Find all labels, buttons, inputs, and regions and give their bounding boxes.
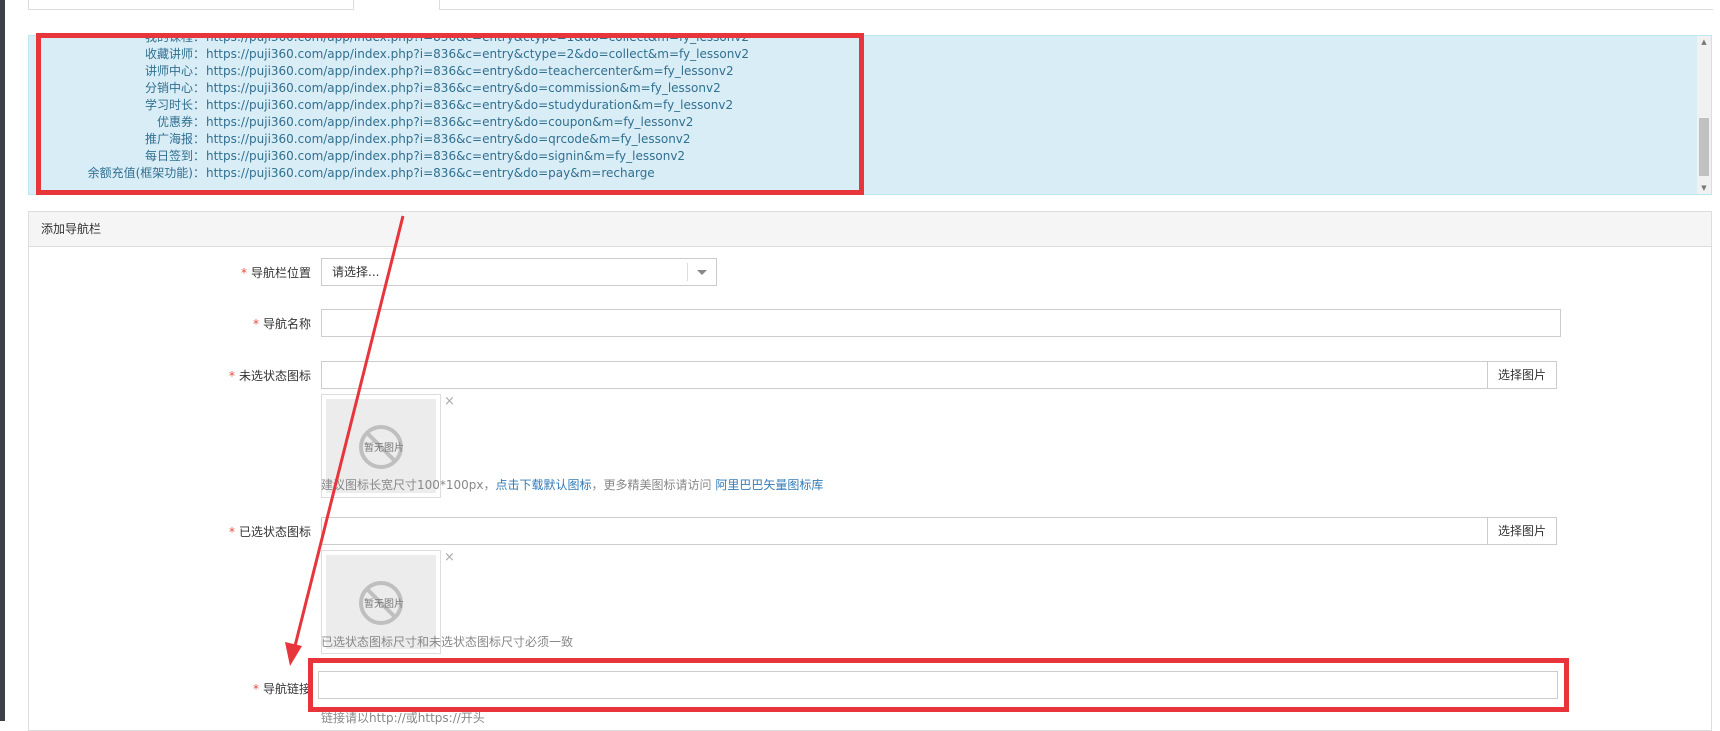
download-default-icon-link[interactable]: 点击下载默认图标	[496, 478, 592, 492]
selected-icon-help: 已选状态图标尺寸和未选状态图标尺寸必须一致	[321, 635, 574, 649]
selected-icon-label-text: 已选状态图标	[238, 525, 311, 539]
navbar-name-label: * 导航名称	[111, 315, 311, 332]
no-image-text: 暂无图片	[364, 443, 404, 454]
help-text-prefix: 建议图标长宽尺寸100*100px，	[321, 478, 496, 492]
required-mark: *	[228, 525, 235, 539]
navbar-position-select[interactable]: 请选择...	[321, 258, 717, 286]
navbar-link-label-text: 导航链接	[262, 682, 311, 696]
scroll-up-arrow-icon[interactable]: ▲	[1697, 36, 1711, 48]
scrollbar-thumb[interactable]	[1699, 118, 1709, 176]
unselected-icon-label: * 未选状态图标	[111, 367, 311, 384]
navbar-name-label-text: 导航名称	[262, 317, 311, 331]
navbar-position-label: * 导航栏位置	[111, 264, 311, 281]
left-sidebar-strip	[0, 0, 5, 721]
choose-image-button[interactable]: 选择图片	[1487, 517, 1557, 545]
navbar-position-label-text: 导航栏位置	[250, 266, 311, 280]
annotation-box-link-input	[308, 658, 1569, 712]
unselected-icon-label-text: 未选状态图标	[238, 369, 311, 383]
navbar-position-selected: 请选择...	[332, 265, 380, 279]
chevron-down-icon[interactable]	[697, 270, 707, 275]
no-image-text: 暂无图片	[364, 599, 404, 610]
required-mark: *	[228, 369, 235, 383]
top-tab-left[interactable]	[28, 0, 354, 10]
alibaba-iconfont-link[interactable]: 阿里巴巴矢量图标库	[715, 478, 823, 492]
navbar-link-label: * 导航链接	[111, 680, 311, 697]
remove-image-icon[interactable]: ×	[444, 394, 455, 409]
annotation-box-links	[36, 33, 864, 195]
selected-icon-input[interactable]	[321, 517, 1488, 545]
scroll-down-arrow-icon[interactable]: ▼	[1697, 182, 1711, 194]
panel-title: 添加导航栏	[29, 212, 1711, 247]
top-tab-right[interactable]	[439, 0, 1713, 10]
navbar-name-input[interactable]	[321, 309, 1561, 337]
unselected-icon-help: 建议图标长宽尺寸100*100px，点击下载默认图标，更多精美图标请访问 阿里巴…	[321, 476, 823, 493]
required-mark: *	[240, 266, 247, 280]
choose-image-button[interactable]: 选择图片	[1487, 361, 1557, 389]
remove-image-icon[interactable]: ×	[444, 550, 455, 565]
selected-icon-label: * 已选状态图标	[111, 523, 311, 540]
help-text-middle: ，更多精美图标请访问	[591, 478, 716, 492]
info-panel-scrollbar[interactable]: ▲ ▼	[1697, 36, 1711, 194]
required-mark: *	[252, 682, 259, 696]
add-navbar-panel: 添加导航栏	[28, 211, 1712, 731]
unselected-icon-input[interactable]	[321, 361, 1488, 389]
select-separator	[687, 263, 688, 281]
required-mark: *	[252, 317, 259, 331]
